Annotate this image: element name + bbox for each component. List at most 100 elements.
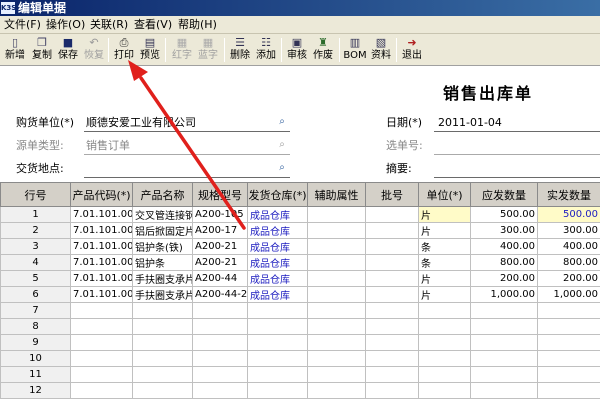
cell-spec[interactable]: A200-17 [192, 222, 248, 239]
cell-qty-due[interactable]: 300.00 [470, 222, 538, 239]
cell-spec[interactable]: A200-44 [192, 270, 248, 287]
col-header-spec[interactable]: 规格型号 [192, 182, 248, 207]
cell-product-name[interactable]: 手扶圈支承片 [132, 286, 193, 303]
cell-batch[interactable] [365, 350, 419, 367]
menu-relate[interactable]: 关联(R) [90, 18, 128, 32]
cell-spec[interactable] [192, 350, 248, 367]
cell-batch[interactable] [365, 366, 419, 383]
table-row[interactable]: 27.01.101.0010铝后掀固定片A200-17成品仓库片300.0030… [0, 222, 600, 239]
cell-spec[interactable]: A200-105 [192, 206, 248, 223]
cell-unit[interactable]: 片 [418, 270, 471, 287]
date-field[interactable]: 2011-01-04 [438, 116, 502, 130]
delivery-field[interactable] [84, 177, 290, 178]
table-row[interactable]: 37.01.101.0011铝护条(铁)A200-21成品仓库条400.0040… [0, 238, 600, 255]
cell-qty-due[interactable]: 800.00 [470, 254, 538, 271]
col-header-aux-attr[interactable]: 辅助属性 [307, 182, 366, 207]
cell-qty-due[interactable] [470, 334, 538, 351]
cell-qty-actual[interactable] [537, 334, 600, 351]
menu-operate[interactable]: 操作(O) [46, 18, 85, 32]
cell-qty-due[interactable]: 200.00 [470, 270, 538, 287]
cell-aux-attr[interactable] [307, 318, 366, 335]
cell-product-code[interactable] [70, 350, 133, 367]
cell-warehouse[interactable] [247, 302, 308, 319]
cell-aux-attr[interactable] [307, 270, 366, 287]
preview-button[interactable]: ▤ 预览 [138, 36, 162, 64]
cell-product-code[interactable] [70, 302, 133, 319]
cell-qty-actual[interactable]: 300.00 [537, 222, 600, 239]
cell-unit[interactable] [418, 302, 471, 319]
menu-help[interactable]: 帮助(H) [178, 18, 217, 32]
cell-aux-attr[interactable] [307, 366, 366, 383]
cell-warehouse[interactable]: 成品仓库 [247, 222, 308, 239]
col-header-product-name[interactable]: 产品名称 [132, 182, 193, 207]
cell-qty-due[interactable]: 400.00 [470, 238, 538, 255]
cell-product-name[interactable] [132, 350, 193, 367]
cell-product-code[interactable] [70, 382, 133, 399]
add-button[interactable]: ☷ 添加 [254, 36, 278, 64]
cell-spec[interactable] [192, 334, 248, 351]
cell-product-name[interactable]: 铝后掀固定片 [132, 222, 193, 239]
exit-button[interactable]: ➜ 退出 [400, 36, 424, 64]
cell-batch[interactable] [365, 270, 419, 287]
cell-aux-attr[interactable] [307, 286, 366, 303]
bom-button[interactable]: ▥ BOM [343, 36, 367, 64]
cell-aux-attr[interactable] [307, 206, 366, 223]
save-button[interactable]: ■ 保存 [56, 36, 80, 64]
cell-qty-actual[interactable] [537, 382, 600, 399]
cell-unit[interactable] [418, 350, 471, 367]
audit-button[interactable]: ▣ 审核 [285, 36, 309, 64]
cell-product-code[interactable]: 7.01.101.0005 [70, 206, 133, 223]
cell-unit[interactable]: 条 [418, 254, 471, 271]
menu-view[interactable]: 查看(V) [134, 18, 172, 32]
cell-qty-actual[interactable]: 500.00 [537, 206, 600, 223]
cell-qty-actual[interactable] [537, 350, 600, 367]
buyer-field[interactable]: 顺德安爱工业有限公司 [86, 116, 196, 130]
cell-spec[interactable] [192, 318, 248, 335]
blue-text-button[interactable]: ▦ 蓝字 [196, 36, 220, 64]
cell-product-name[interactable] [132, 382, 193, 399]
col-header-qty-actual[interactable]: 实发数量 [537, 182, 600, 207]
cell-warehouse[interactable]: 成品仓库 [247, 270, 308, 287]
table-row[interactable]: 11 [0, 366, 600, 383]
cell-batch[interactable] [365, 238, 419, 255]
cell-product-name[interactable]: 手扶圈支承片 [132, 270, 193, 287]
cell-batch[interactable] [365, 318, 419, 335]
source-type-field[interactable]: 销售订单 [86, 139, 130, 153]
cell-qty-actual[interactable]: 200.00 [537, 270, 600, 287]
cell-spec[interactable] [192, 302, 248, 319]
cell-product-name[interactable]: 交叉管连接钢 [132, 206, 193, 223]
col-header-batch[interactable]: 批号 [365, 182, 419, 207]
cell-warehouse[interactable]: 成品仓库 [247, 286, 308, 303]
cell-product-name[interactable]: 铝护条(铁) [132, 238, 193, 255]
cell-product-name[interactable] [132, 302, 193, 319]
summary-field[interactable] [434, 177, 600, 178]
cell-product-name[interactable]: 铝护条 [132, 254, 193, 271]
cell-qty-actual[interactable] [537, 318, 600, 335]
cell-spec[interactable]: A200-21 [192, 254, 248, 271]
cell-batch[interactable] [365, 222, 419, 239]
col-header-unit[interactable]: 单位(*) [418, 182, 471, 207]
cell-qty-due[interactable] [470, 382, 538, 399]
cell-warehouse[interactable] [247, 350, 308, 367]
cell-aux-attr[interactable] [307, 334, 366, 351]
cell-product-code[interactable] [70, 318, 133, 335]
cell-product-code[interactable]: 7.01.101.0011 [70, 238, 133, 255]
cell-batch[interactable] [365, 254, 419, 271]
menu-file[interactable]: 文件(F) [4, 18, 41, 32]
cell-product-code[interactable]: 7.01.101.0010 [70, 222, 133, 239]
cell-aux-attr[interactable] [307, 302, 366, 319]
cell-spec[interactable] [192, 366, 248, 383]
cell-qty-due[interactable]: 1,000.00 [470, 286, 538, 303]
table-row[interactable]: 47.01.101.0012铝护条A200-21成品仓库条800.00800.0… [0, 254, 600, 271]
cell-qty-due[interactable] [470, 366, 538, 383]
cell-batch[interactable] [365, 334, 419, 351]
cell-warehouse[interactable] [247, 366, 308, 383]
red-text-button[interactable]: ▦ 红字 [170, 36, 194, 64]
cell-qty-actual[interactable]: 800.00 [537, 254, 600, 271]
cell-qty-due[interactable] [470, 302, 538, 319]
cell-batch[interactable] [365, 286, 419, 303]
cell-product-name[interactable] [132, 366, 193, 383]
info-button[interactable]: ▧ 资料 [369, 36, 393, 64]
cell-qty-actual[interactable] [537, 302, 600, 319]
cell-aux-attr[interactable] [307, 350, 366, 367]
